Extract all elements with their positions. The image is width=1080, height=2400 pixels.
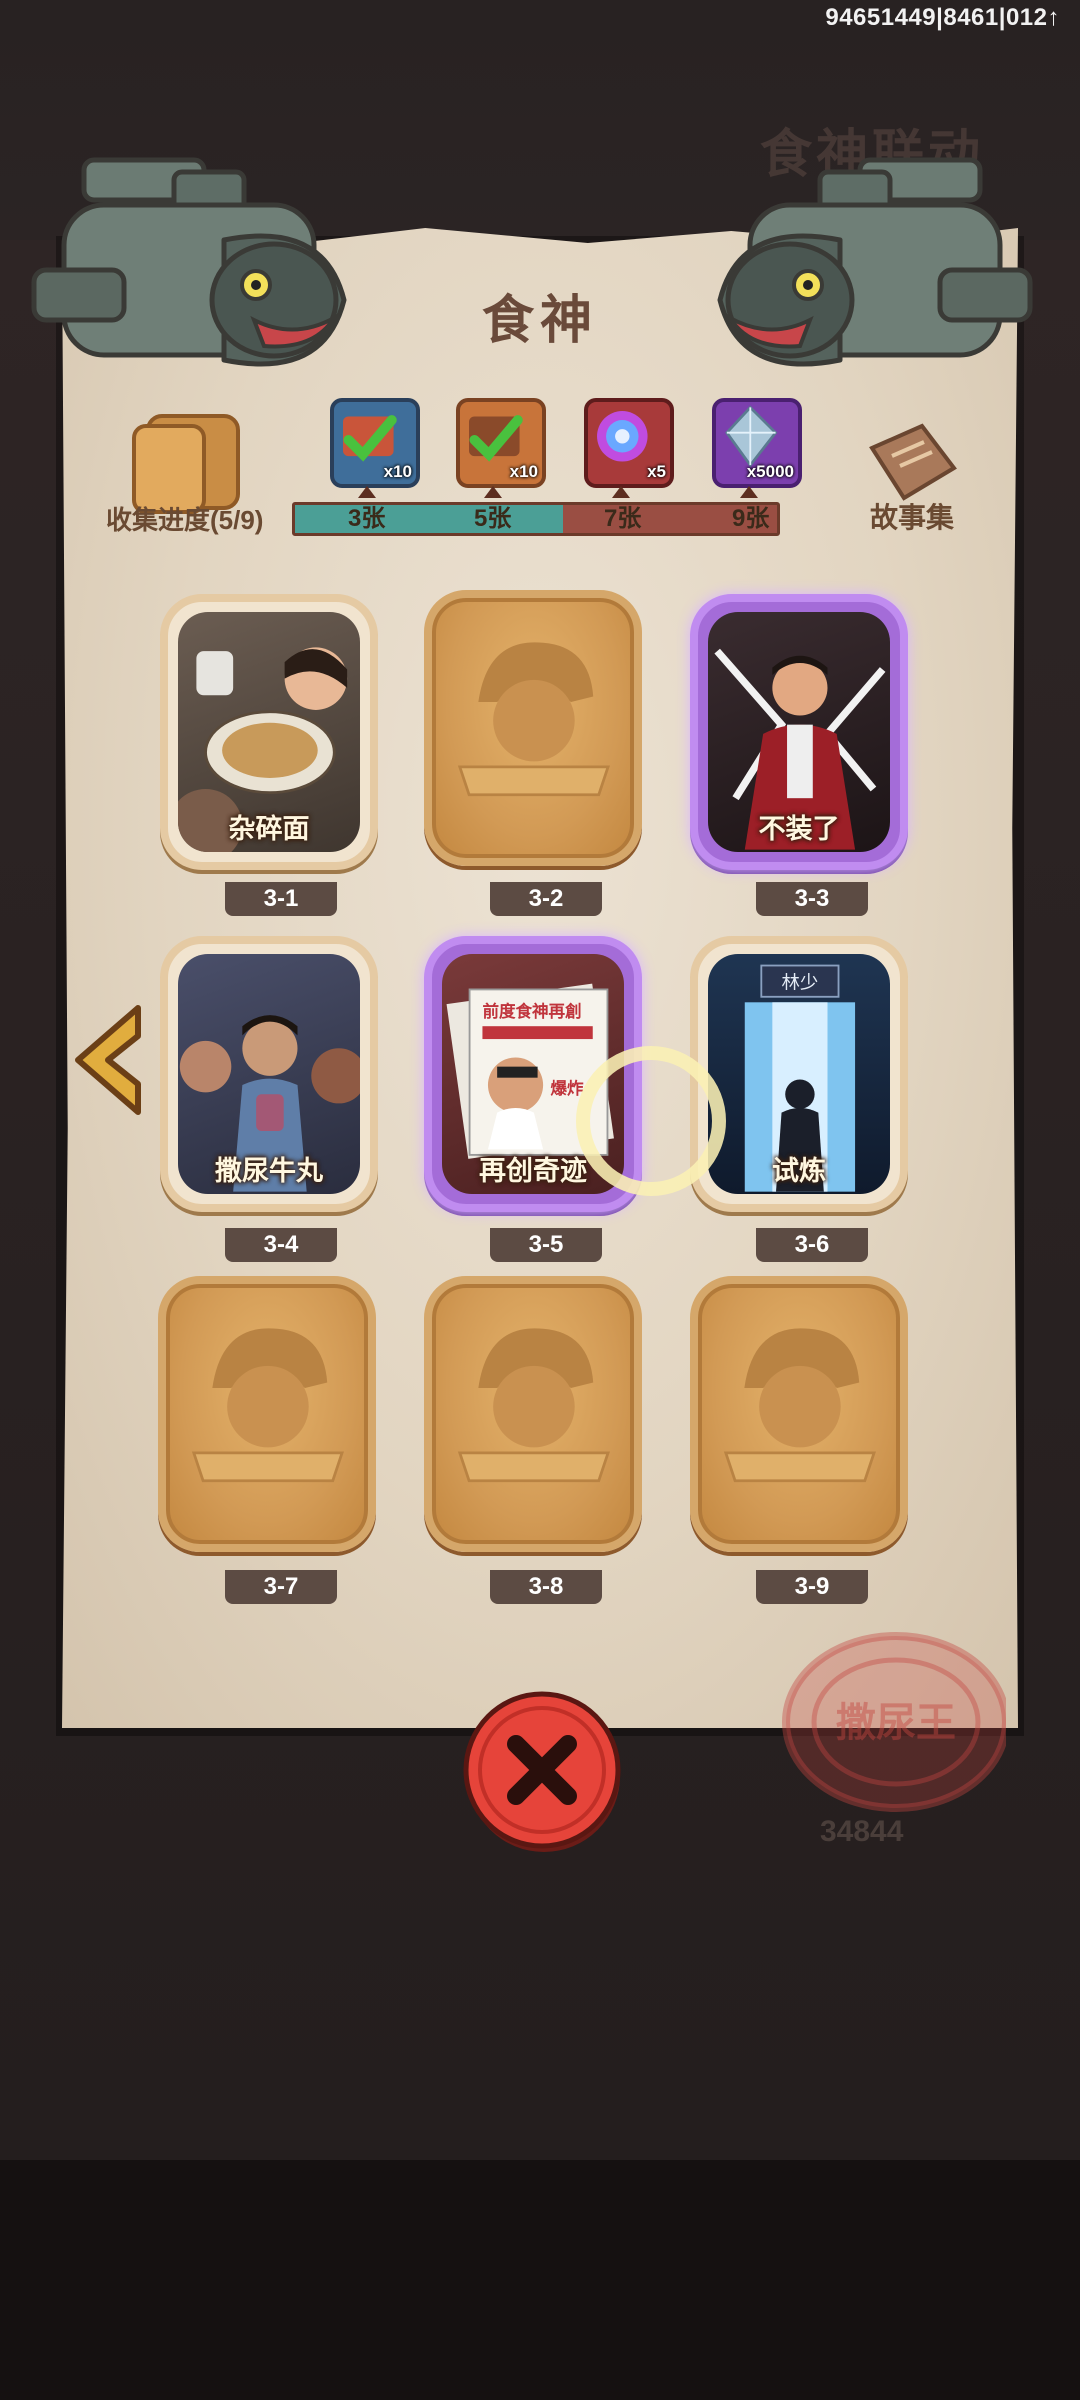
reward-count: x10 <box>509 462 538 481</box>
progress-marker <box>612 486 630 498</box>
card-3-8[interactable] <box>424 1276 642 1552</box>
threshold-label: 7张 <box>604 505 642 532</box>
card-3-1[interactable]: 杂碎面 <box>160 594 378 870</box>
locked-silhouette-icon <box>191 1328 344 1483</box>
seal-stamp-icon: 撒尿王 <box>782 1632 1006 1812</box>
status-id-text: 94651449|8461|012↑ <box>825 4 1060 31</box>
card-number: 3-9 <box>756 1570 868 1604</box>
close-button[interactable] <box>460 1688 626 1854</box>
card-number: 3-5 <box>490 1228 602 1262</box>
locked-silhouette-icon <box>723 1328 876 1483</box>
reward-count: x5 <box>647 462 666 481</box>
progress-marker <box>740 486 758 498</box>
story-book-icon[interactable] <box>862 418 962 508</box>
locked-silhouette-icon <box>457 642 610 797</box>
reward-count: x5000 <box>746 462 794 481</box>
reward-2[interactable]: x10 <box>456 398 546 488</box>
reward-1[interactable]: x10 <box>330 398 420 488</box>
threshold-label: 5张 <box>474 505 512 532</box>
card-number: 3-8 <box>490 1570 602 1604</box>
bottom-background <box>0 2160 1080 2400</box>
collection-progress-label: 收集进度(5/9) <box>106 505 264 535</box>
progress-fill <box>295 505 563 533</box>
background-currency-count: 34844 <box>820 1815 904 1848</box>
card-name: 试炼 <box>772 1156 826 1186</box>
panel-title: 食神 <box>481 292 598 350</box>
locked-silhouette-icon <box>457 1328 610 1483</box>
card-3-9[interactable] <box>690 1276 908 1552</box>
progress-marker <box>484 486 502 498</box>
tap-indicator-ring <box>576 1046 726 1196</box>
news-headline: 前度食神再創 <box>482 1001 581 1021</box>
card-3-3[interactable]: 不装了 <box>690 594 908 870</box>
story-collection-label[interactable]: 故事集 <box>870 496 954 536</box>
card-3-6[interactable]: 林少 试炼 <box>690 936 908 1212</box>
card-3-4[interactable]: 撒尿牛丸 <box>160 936 378 1212</box>
reward-count: x10 <box>383 462 412 481</box>
reward-4[interactable]: x5000 <box>712 398 802 488</box>
card-name: 杂碎面 <box>228 814 310 844</box>
card-3-7[interactable] <box>158 1276 376 1552</box>
threshold-label: 3张 <box>348 505 386 532</box>
previous-page-arrow-icon[interactable] <box>68 1000 148 1120</box>
door-sign: 林少 <box>782 973 819 994</box>
news-tag: 爆炸 <box>550 1078 584 1098</box>
card-number: 3-1 <box>225 882 337 916</box>
card-3-2[interactable] <box>424 590 642 866</box>
card-name: 不装了 <box>758 814 840 844</box>
card-number: 3-2 <box>490 882 602 916</box>
reward-3[interactable]: x5 <box>584 398 674 488</box>
threshold-label: 9张 <box>732 505 770 532</box>
card-number: 3-4 <box>225 1228 337 1262</box>
progress-marker <box>358 486 376 498</box>
card-number: 3-7 <box>225 1570 337 1604</box>
card-number: 3-3 <box>756 882 868 916</box>
stamp-text: 撒尿王 <box>836 1700 956 1746</box>
card-number: 3-6 <box>756 1228 868 1262</box>
card-name: 撒尿牛丸 <box>215 1156 323 1186</box>
